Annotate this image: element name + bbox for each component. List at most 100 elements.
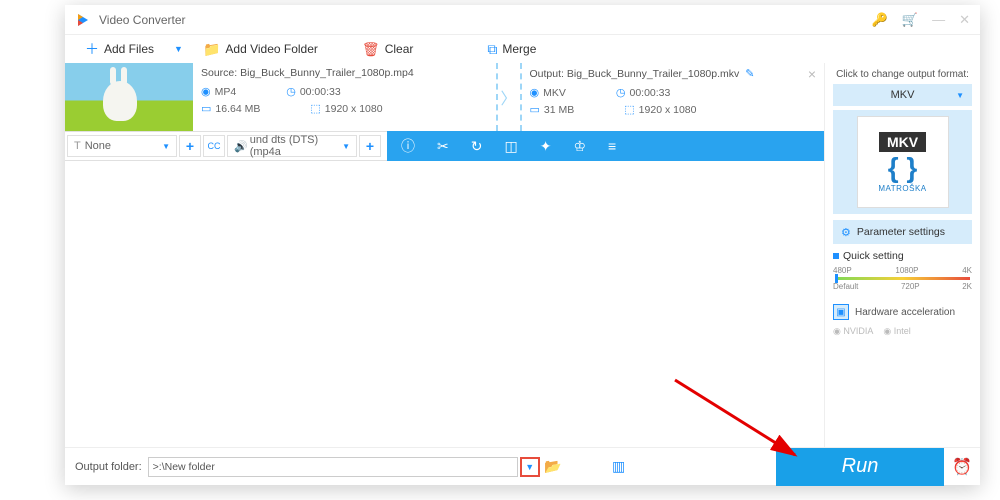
output-folder-dropdown[interactable]: ▼ <box>520 457 540 477</box>
merge-label: Merge <box>502 42 536 56</box>
output-label: Output: <box>530 68 564 80</box>
crop-tool-icon[interactable]: ◫ <box>504 138 517 155</box>
titlebar-buttons: 🔑 🛒 — ✕ <box>872 12 970 28</box>
add-audio-button[interactable]: + <box>359 135 381 157</box>
cart-icon[interactable]: 🛒 <box>902 12 918 28</box>
nvidia-badge: ◉ NVIDIA <box>833 326 873 337</box>
source-format: MP4 <box>215 86 237 98</box>
rotate-tool-icon[interactable]: ↻ <box>471 138 483 155</box>
output-format: MKV <box>543 87 566 99</box>
side-panel: Click to change output format: MKV ▼ MKV … <box>825 63 980 447</box>
edit-icon[interactable]: ✎ <box>745 68 754 80</box>
plus-icon: ＋ <box>85 39 99 59</box>
hw-accel-label: Hardware acceleration <box>855 307 955 318</box>
format-value: MKV <box>891 89 915 101</box>
format-hint: Click to change output format: <box>833 69 972 80</box>
add-files-label: Add Files <box>104 42 154 56</box>
run-button[interactable]: Run <box>776 448 944 486</box>
titlebar: Video Converter 🔑 🛒 — ✕ <box>65 5 980 35</box>
chevron-down-icon: ▼ <box>956 91 964 100</box>
edit-tools: ⓘ ✂ ↻ ◫ ✦ ♔ ≡ <box>387 131 824 161</box>
minimize-button[interactable]: — <box>932 12 945 27</box>
open-folder-button[interactable]: 📂 <box>540 458 566 475</box>
task-list-button[interactable]: ▥ <box>606 458 632 475</box>
arrow-separator: 〉 <box>498 63 522 131</box>
output-filename: Big_Buck_Bunny_Trailer_1080p.mkv <box>567 68 739 80</box>
format-logo-sub: MATROŠKA <box>878 184 926 193</box>
schedule-button[interactable]: ⏰ <box>944 457 980 477</box>
add-files-button[interactable]: ＋ Add Files <box>75 36 164 62</box>
quality-slider[interactable]: 480P1080P4K Default720P2K <box>833 266 972 296</box>
clear-label: Clear <box>385 42 414 56</box>
toolbar: ＋ Add Files ▼ 📁 Add Video Folder 🗑 Clear ⧉ M… <box>65 35 980 63</box>
cut-tool-icon[interactable]: ✂ <box>437 138 449 155</box>
gpu-row: ◉ NVIDIA ◉ Intel <box>833 326 972 337</box>
format-icon: ◉ <box>201 85 211 98</box>
dot-icon <box>833 253 839 259</box>
video-thumbnail[interactable] <box>65 63 193 131</box>
size-icon: ▭ <box>201 102 211 115</box>
merge-icon: ⧉ <box>487 41 497 58</box>
source-label: Source: <box>201 67 237 79</box>
app-window: Video Converter 🔑 🛒 — ✕ ＋ Add Files ▼ 📁 Ad… <box>65 5 980 485</box>
chevron-down-icon: ▼ <box>342 142 350 151</box>
slider-thumb[interactable] <box>835 274 838 283</box>
add-folder-button[interactable]: 📁 Add Video Folder <box>193 38 328 61</box>
output-duration: 00:00:33 <box>629 87 670 99</box>
output-block: Output: Big_Buck_Bunny_Trailer_1080p.mkv… <box>522 63 825 131</box>
source-size: 16.64 MB <box>215 103 260 115</box>
footer: Output folder: ▼ 📂 ▥ Run ⏰ <box>65 447 980 485</box>
resolution-icon: ⬚ <box>310 102 320 115</box>
output-size: 31 MB <box>544 104 574 116</box>
source-filename: Big_Buck_Bunny_Trailer_1080p.mp4 <box>240 67 414 79</box>
trash-icon: 🗑 <box>362 41 380 58</box>
speaker-icon: 🔊 <box>234 140 248 153</box>
hw-accel-checkbox[interactable]: ▣ <box>833 304 849 320</box>
output-folder-input[interactable] <box>148 457 518 477</box>
app-title: Video Converter <box>99 13 872 27</box>
source-resolution: 1920 x 1080 <box>325 103 383 115</box>
add-subtitle-button[interactable]: + <box>179 135 201 157</box>
subtitle-value: None <box>85 140 111 152</box>
parameter-settings-button[interactable]: ⚙ Parameter settings <box>833 220 972 244</box>
main-panel: Source: Big_Buck_Bunny_Trailer_1080p.mp4… <box>65 63 825 447</box>
folder-icon: 📁 <box>203 41 220 58</box>
edit-bar: TNone▼ + CC 🔊und dts (DTS) (mp4a▼ + ⓘ ✂ … <box>65 131 824 161</box>
remove-file-button[interactable]: × <box>808 66 816 82</box>
merge-button[interactable]: ⧉ Merge <box>477 38 546 61</box>
key-icon[interactable]: 🔑 <box>872 12 888 28</box>
clear-button[interactable]: 🗑 Clear <box>352 38 423 61</box>
clock-icon: ◷ <box>616 86 626 99</box>
clock-icon: ◷ <box>286 85 296 98</box>
intel-badge: ◉ Intel <box>883 326 910 337</box>
resolution-icon: ⬚ <box>624 103 634 116</box>
watermark-tool-icon[interactable]: ♔ <box>573 138 586 155</box>
add-files-dropdown[interactable]: ▼ <box>174 44 183 54</box>
close-button[interactable]: ✕ <box>959 12 970 28</box>
cc-button[interactable]: CC <box>203 135 225 157</box>
chevron-right-icon: 〉 <box>500 85 516 109</box>
subtitle-select[interactable]: T None ▼ <box>67 135 177 157</box>
file-row[interactable]: Source: Big_Buck_Bunny_Trailer_1080p.mp4… <box>65 63 824 131</box>
effects-tool-icon[interactable]: ✦ <box>540 138 552 155</box>
text-icon: T <box>74 140 81 152</box>
app-logo-icon <box>75 12 91 28</box>
add-folder-label: Add Video Folder <box>225 42 318 56</box>
format-logo-text: MKV <box>879 132 926 152</box>
format-preview[interactable]: MKV { } MATROŠKA <box>833 110 972 214</box>
info-tool-icon[interactable]: ⓘ <box>401 136 415 156</box>
subtitle-tool-icon[interactable]: ≡ <box>608 138 616 154</box>
audio-select[interactable]: 🔊und dts (DTS) (mp4a▼ <box>227 135 357 157</box>
param-label: Parameter settings <box>857 226 945 238</box>
format-select[interactable]: MKV ▼ <box>833 84 972 106</box>
content: Source: Big_Buck_Bunny_Trailer_1080p.mp4… <box>65 63 980 447</box>
sliders-icon: ⚙ <box>841 226 851 239</box>
output-folder-label: Output folder: <box>75 461 142 473</box>
chevron-down-icon: ▼ <box>162 142 170 151</box>
format-icon: ◉ <box>530 86 540 99</box>
hw-accel-row: ▣ Hardware acceleration <box>833 304 972 320</box>
audio-value: und dts (DTS) (mp4a <box>250 134 342 158</box>
size-icon: ▭ <box>530 103 540 116</box>
matroska-icon: { } <box>888 154 918 182</box>
output-resolution: 1920 x 1080 <box>639 104 697 116</box>
